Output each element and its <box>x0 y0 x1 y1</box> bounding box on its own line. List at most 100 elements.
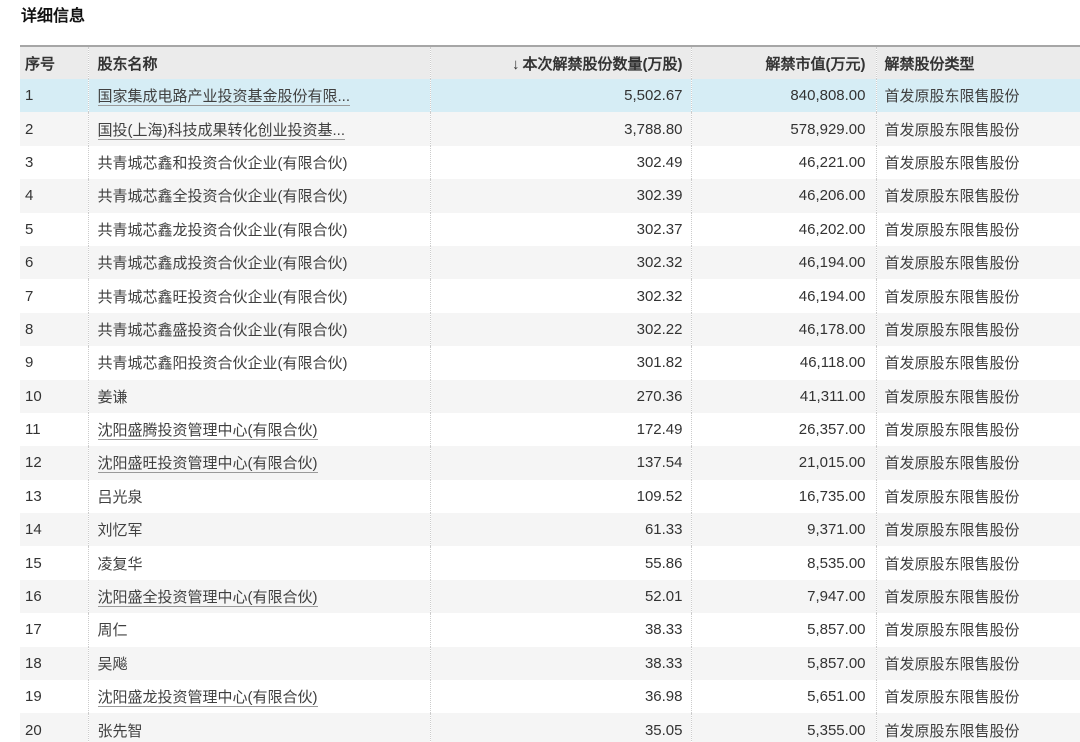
share-type-cell: 首发原股东限售股份 <box>876 213 1080 246</box>
share-type-cell: 首发原股东限售股份 <box>876 79 1080 112</box>
index-cell: 4 <box>20 179 88 212</box>
unlocked-shares-cell: 302.39 <box>430 179 691 212</box>
shareholder-name-cell: 共青城芯鑫和投资合伙企业(有限合伙) <box>88 146 430 179</box>
share-type-cell: 首发原股东限售股份 <box>876 246 1080 279</box>
shareholder-name-text: 吴飚 <box>98 656 128 673</box>
shareholder-name-text: 共青城芯鑫和投资合伙企业(有限合伙) <box>98 155 348 172</box>
index-cell: 20 <box>20 713 88 742</box>
table-row: 7共青城芯鑫旺投资合伙企业(有限合伙)302.3246,194.00首发原股东限… <box>20 279 1080 312</box>
page-title: 详细信息 <box>21 8 1080 26</box>
share-type-cell: 首发原股东限售股份 <box>876 446 1080 479</box>
unlocked-shares-cell: 302.37 <box>430 213 691 246</box>
unlocked-shares-cell: 36.98 <box>430 680 691 713</box>
shareholder-name-text: 共青城芯鑫全投资合伙企业(有限合伙) <box>98 188 348 205</box>
table-row: 19沈阳盛龙投资管理中心(有限合伙)36.985,651.00首发原股东限售股份 <box>20 680 1080 713</box>
table-row: 1国家集成电路产业投资基金股份有限...5,502.67840,808.00首发… <box>20 79 1080 112</box>
index-cell: 15 <box>20 546 88 579</box>
shareholder-name-link[interactable]: 国投(上海)科技成果转化创业投资基... <box>98 122 346 140</box>
unlocked-shares-cell: 61.33 <box>430 513 691 546</box>
index-cell: 10 <box>20 380 88 413</box>
share-type-cell: 首发原股东限售股份 <box>876 580 1080 613</box>
column-header-share-type-label: 解禁股份类型 <box>885 56 975 73</box>
share-type-cell: 首发原股东限售股份 <box>876 513 1080 546</box>
shareholder-name-cell: 共青城芯鑫盛投资合伙企业(有限合伙) <box>88 313 430 346</box>
unlocked-shares-cell: 55.86 <box>430 546 691 579</box>
shareholder-name-cell: 共青城芯鑫成投资合伙企业(有限合伙) <box>88 246 430 279</box>
market-value-cell: 26,357.00 <box>691 413 876 446</box>
column-header-market-value: 解禁市值(万元) <box>691 46 876 79</box>
market-value-cell: 46,178.00 <box>691 313 876 346</box>
column-header-shareholder-name-label: 股东名称 <box>98 56 158 73</box>
unlocked-shares-cell: 137.54 <box>430 446 691 479</box>
shareholder-name-cell: 国家集成电路产业投资基金股份有限... <box>88 79 430 112</box>
shareholder-name-cell: 沈阳盛腾投资管理中心(有限合伙) <box>88 413 430 446</box>
table-row: 17周仁38.335,857.00首发原股东限售股份 <box>20 613 1080 646</box>
unlocked-shares-cell: 172.49 <box>430 413 691 446</box>
index-cell: 2 <box>20 112 88 145</box>
index-cell: 16 <box>20 580 88 613</box>
shareholder-name-link[interactable]: 沈阳盛旺投资管理中心(有限合伙) <box>98 455 318 473</box>
share-type-cell: 首发原股东限售股份 <box>876 546 1080 579</box>
shareholder-name-cell: 共青城芯鑫龙投资合伙企业(有限合伙) <box>88 213 430 246</box>
shareholder-name-text: 共青城芯鑫盛投资合伙企业(有限合伙) <box>98 322 348 339</box>
shareholder-name-cell: 吴飚 <box>88 647 430 680</box>
sort-descending-icon: ↓ <box>512 56 520 73</box>
header-row: 序号 股东名称 ↓本次解禁股份数量(万股) 解禁市值(万元) 解禁股份类型 <box>20 46 1080 79</box>
table-body: 1国家集成电路产业投资基金股份有限...5,502.67840,808.00首发… <box>20 79 1080 742</box>
market-value-cell: 46,206.00 <box>691 179 876 212</box>
table-row: 3 共青城芯鑫和投资合伙企业(有限合伙) 302.4946,221.00首发原股东限… <box>20 146 1080 179</box>
shareholder-name-cell: 吕光泉 <box>88 480 430 513</box>
shareholder-name-link[interactable]: 国家集成电路产业投资基金股份有限... <box>98 88 351 106</box>
table-row: 4 共青城芯鑫全投资合伙企业(有限合伙) 302.3946,206.00首发原股东限… <box>20 179 1080 212</box>
shareholder-name-text: 共青城芯鑫成投资合伙企业(有限合伙) <box>98 255 348 272</box>
index-cell: 17 <box>20 613 88 646</box>
share-type-cell: 首发原股东限售股份 <box>876 179 1080 212</box>
share-type-cell: 首发原股东限售股份 <box>876 112 1080 145</box>
shareholder-name-cell: 共青城芯鑫全投资合伙企业(有限合伙) <box>88 179 430 212</box>
market-value-cell: 46,118.00 <box>691 346 876 379</box>
unlocked-shares-cell: 301.82 <box>430 346 691 379</box>
column-header-index-label: 序号 <box>25 56 55 73</box>
shareholder-name-cell: 姜谦 <box>88 380 430 413</box>
shareholder-name-text: 共青城芯鑫旺投资合伙企业(有限合伙) <box>98 289 348 306</box>
shareholder-name-text: 周仁 <box>98 622 128 639</box>
table-row: 8共青城芯鑫盛投资合伙企业(有限合伙)302.2246,178.00首发原股东限… <box>20 313 1080 346</box>
share-type-cell: 首发原股东限售股份 <box>876 146 1080 179</box>
shareholder-name-cell: 张先智 <box>88 713 430 742</box>
shareholder-name-link[interactable]: 沈阳盛全投资管理中心(有限合伙) <box>98 589 318 607</box>
shareholder-name-cell: 周仁 <box>88 613 430 646</box>
shareholder-name-link[interactable]: 沈阳盛腾投资管理中心(有限合伙) <box>98 422 318 440</box>
table-row: 12沈阳盛旺投资管理中心(有限合伙)137.5421,015.00首发原股东限售… <box>20 446 1080 479</box>
column-header-unlocked-shares[interactable]: ↓本次解禁股份数量(万股) <box>430 46 691 79</box>
market-value-cell: 46,221.00 <box>691 146 876 179</box>
table-row: 9共青城芯鑫阳投资合伙企业(有限合伙)301.8246,118.00首发原股东限… <box>20 346 1080 379</box>
column-header-share-type: 解禁股份类型 <box>876 46 1080 79</box>
unlocked-shares-cell: 3,788.80 <box>430 112 691 145</box>
share-type-cell: 首发原股东限售股份 <box>876 313 1080 346</box>
shareholder-name-cell: 沈阳盛旺投资管理中心(有限合伙) <box>88 446 430 479</box>
index-cell: 9 <box>20 346 88 379</box>
shareholder-name-link[interactable]: 沈阳盛龙投资管理中心(有限合伙) <box>98 689 318 707</box>
market-value-cell: 5,857.00 <box>691 647 876 680</box>
shareholder-name-text: 张先智 <box>98 723 143 740</box>
shareholder-name-cell: 共青城芯鑫阳投资合伙企业(有限合伙) <box>88 346 430 379</box>
unlocked-shares-cell: 109.52 <box>430 480 691 513</box>
market-value-cell: 46,194.00 <box>691 279 876 312</box>
index-cell: 12 <box>20 446 88 479</box>
index-cell: 6 <box>20 246 88 279</box>
index-cell: 7 <box>20 279 88 312</box>
table-row: 16沈阳盛全投资管理中心(有限合伙)52.017,947.00首发原股东限售股份 <box>20 580 1080 613</box>
share-type-cell: 首发原股东限售股份 <box>876 480 1080 513</box>
market-value-cell: 41,311.00 <box>691 380 876 413</box>
index-cell: 3 <box>20 146 88 179</box>
table-row: 2国投(上海)科技成果转化创业投资基...3,788.80578,929.00首… <box>20 112 1080 145</box>
index-cell: 8 <box>20 313 88 346</box>
unlocked-shares-cell: 302.49 <box>430 146 691 179</box>
table-row: 10姜谦270.3641,311.00首发原股东限售股份 <box>20 380 1080 413</box>
unlocked-shares-cell: 270.36 <box>430 380 691 413</box>
column-header-market-value-label: 解禁市值(万元) <box>766 56 866 73</box>
page: 详细信息 序号 股东名称 ↓本次解禁股份数量(万股) 解禁市值(万元) <box>0 0 1080 742</box>
table-row: 6共青城芯鑫成投资合伙企业(有限合伙)302.3246,194.00首发原股东限… <box>20 246 1080 279</box>
shareholder-name-cell: 刘忆军 <box>88 513 430 546</box>
shareholder-name-cell: 凌复华 <box>88 546 430 579</box>
